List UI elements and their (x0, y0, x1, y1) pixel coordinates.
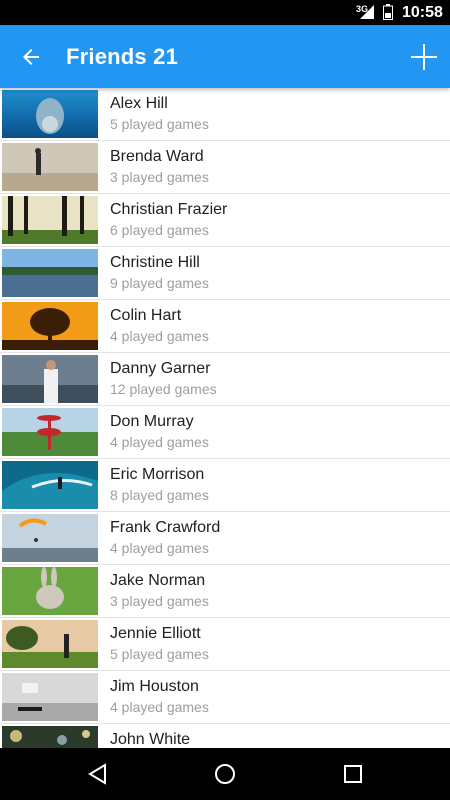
disc-golf-photo (2, 408, 98, 456)
friend-name: Jennie Elliott (110, 625, 201, 642)
played-games-count: 5 played games (110, 116, 209, 132)
friend-name: Don Murray (110, 413, 194, 430)
surfer-photo (2, 461, 98, 509)
played-games-count: 4 played games (110, 434, 209, 450)
friend-row[interactable]: John White (0, 724, 450, 748)
battery-icon (383, 4, 393, 20)
played-games-count: 4 played games (110, 328, 209, 344)
clock: 10:58 (402, 4, 443, 21)
man-harbor-photo (2, 355, 98, 403)
friend-row[interactable]: Christine Hill 9 played games (0, 247, 450, 300)
friend-row[interactable]: Don Murray 4 played games (0, 406, 450, 459)
friend-name: Jake Norman (110, 572, 206, 589)
friend-name: Eric Morrison (110, 466, 205, 483)
played-games-count: 12 played games (110, 381, 217, 397)
friend-name: Brenda Ward (110, 148, 204, 165)
skateboarder-photo (2, 673, 98, 721)
friend-row[interactable]: Danny Garner 12 played games (0, 353, 450, 406)
friend-row[interactable]: Jake Norman 3 played games (0, 565, 450, 618)
played-games-count: 6 played games (110, 222, 209, 238)
friend-name: Jim Houston (110, 678, 199, 695)
played-games-count: 3 played games (110, 169, 209, 185)
bokeh-photo (2, 726, 98, 748)
friend-name: Christian Frazier (110, 201, 228, 218)
friend-name: John White (110, 731, 191, 748)
friend-row[interactable]: Jim Houston 4 played games (0, 671, 450, 724)
paraglider-photo (2, 514, 98, 562)
sunset-tree-photo (2, 302, 98, 350)
friend-row[interactable]: Alex Hill 5 played games (0, 88, 450, 141)
friend-row[interactable]: Jennie Elliott 5 played games (0, 618, 450, 671)
played-games-count: 3 played games (110, 593, 209, 609)
friend-row[interactable]: Eric Morrison 8 played games (0, 459, 450, 512)
home-circle-icon[interactable] (213, 762, 237, 786)
friend-name: Colin Hart (110, 307, 182, 324)
friend-row[interactable]: Brenda Ward 3 played games (0, 141, 450, 194)
back-arrow-icon[interactable] (19, 45, 43, 69)
played-games-count: 4 played games (110, 540, 209, 556)
signal-icon (360, 5, 374, 19)
played-games-count: 9 played games (110, 275, 209, 291)
forest-photo (2, 196, 98, 244)
friends-list: Alex Hill 5 played games Brenda Ward 3 p… (0, 88, 450, 748)
recents-square-icon[interactable] (341, 762, 365, 786)
lake-photo (2, 249, 98, 297)
friend-name: Frank Crawford (110, 519, 221, 536)
add-icon[interactable] (410, 43, 438, 71)
played-games-count: 4 played games (110, 699, 209, 715)
park-photo (2, 620, 98, 668)
played-games-count: 5 played games (110, 646, 209, 662)
status-bar: 3G 10:58 (0, 0, 450, 25)
navigation-bar (0, 748, 450, 800)
friend-name: Alex Hill (110, 95, 168, 112)
page-title: Friends 21 (66, 44, 179, 69)
app-bar: Friends 21 (0, 25, 450, 88)
runner-photo (2, 143, 98, 191)
friend-row[interactable]: Colin Hart 4 played games (0, 300, 450, 353)
dolphin-photo (2, 90, 98, 138)
friend-row[interactable]: Frank Crawford 4 played games (0, 512, 450, 565)
friend-name: Danny Garner (110, 360, 211, 377)
friend-row[interactable]: Christian Frazier 6 played games (0, 194, 450, 247)
back-triangle-icon[interactable] (86, 762, 110, 786)
friend-name: Christine Hill (110, 254, 200, 271)
played-games-count: 8 played games (110, 487, 209, 503)
rabbit-photo (2, 567, 98, 615)
